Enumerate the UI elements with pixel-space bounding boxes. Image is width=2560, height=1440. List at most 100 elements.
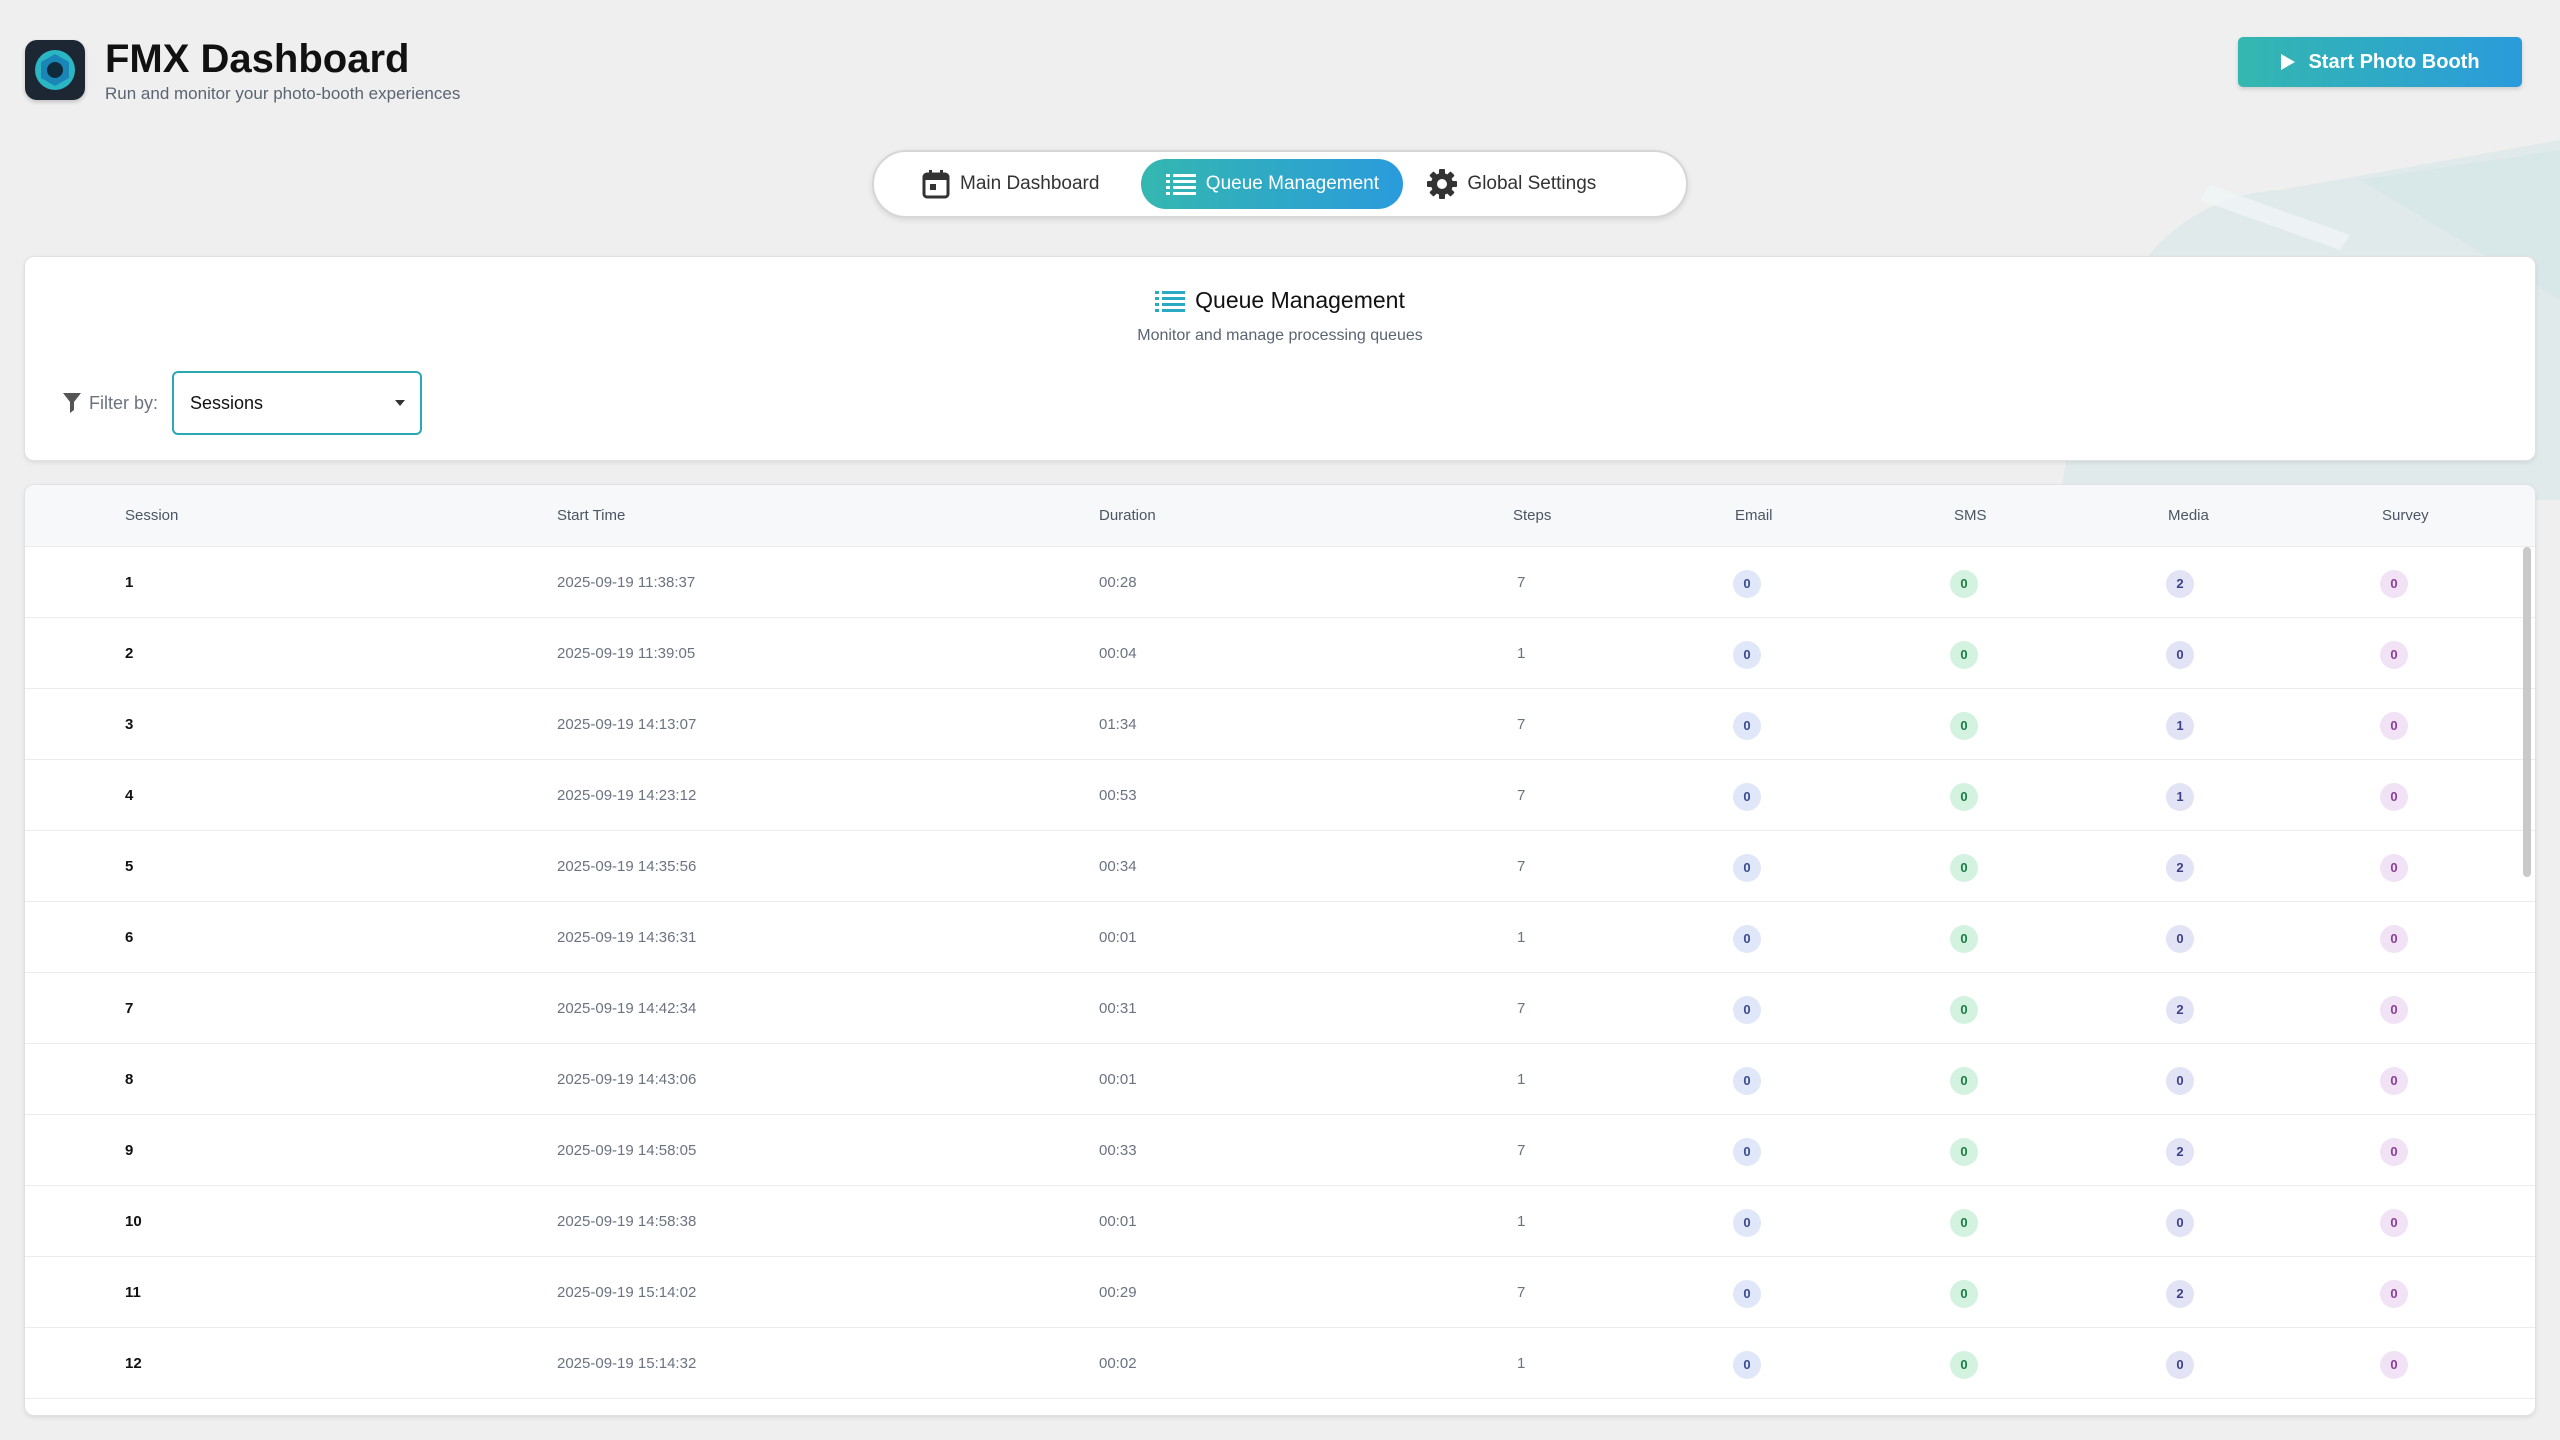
duration-cell: 00:01 xyxy=(1099,929,1137,946)
duration-cell: 01:34 xyxy=(1099,716,1137,733)
duration-cell: 00:29 xyxy=(1099,1284,1137,1301)
survey-count-badge: 0 xyxy=(2380,996,2408,1024)
gear-icon xyxy=(1427,169,1458,199)
session-cell: 1 xyxy=(125,574,134,591)
start-time-cell: 2025-09-19 14:13:07 xyxy=(557,716,697,733)
duration-cell: 00:01 xyxy=(1099,1213,1137,1230)
table-row[interactable]: 6 2025-09-19 14:36:31 00:01 1 0 0 0 0 xyxy=(25,902,2535,973)
tab-queue-management[interactable]: Queue Management xyxy=(1141,159,1404,209)
email-count-badge: 0 xyxy=(1733,1351,1761,1379)
steps-cell: 7 xyxy=(1517,858,1526,875)
email-count-badge: 0 xyxy=(1733,712,1761,740)
table-scrollbar[interactable] xyxy=(2523,547,2531,877)
column-header-media[interactable]: Media xyxy=(2168,485,2209,547)
duration-cell: 00:33 xyxy=(1099,1142,1137,1159)
sms-count-badge: 0 xyxy=(1950,1138,1978,1166)
queue-subtitle: Monitor and manage processing queues xyxy=(1137,327,1423,344)
table-row[interactable]: 4 2025-09-19 14:23:12 00:53 7 0 0 1 0 xyxy=(25,760,2535,831)
queue-management-panel: Queue Management Monitor and manage proc… xyxy=(24,256,2536,461)
sms-count-badge: 0 xyxy=(1950,1351,1978,1379)
media-count-badge: 0 xyxy=(2166,925,2194,953)
media-count-badge: 2 xyxy=(2166,854,2194,882)
table-row[interactable]: 3 2025-09-19 14:13:07 01:34 7 0 0 1 0 xyxy=(25,689,2535,760)
column-header-survey[interactable]: Survey xyxy=(2382,485,2429,547)
session-cell: 2 xyxy=(125,645,134,662)
column-header-email[interactable]: Email xyxy=(1735,485,1773,547)
duration-cell: 00:31 xyxy=(1099,1000,1137,1017)
table-row[interactable]: 7 2025-09-19 14:42:34 00:31 7 0 0 2 0 xyxy=(25,973,2535,1044)
steps-cell: 7 xyxy=(1517,1142,1526,1159)
sms-count-badge: 0 xyxy=(1950,641,1978,669)
media-count-badge: 0 xyxy=(2166,1209,2194,1237)
steps-cell: 7 xyxy=(1517,574,1526,591)
list-icon xyxy=(1165,174,1196,195)
media-count-badge: 2 xyxy=(2166,1138,2194,1166)
column-header-sms[interactable]: SMS xyxy=(1954,485,1987,547)
steps-cell: 1 xyxy=(1517,1071,1526,1088)
email-count-badge: 0 xyxy=(1733,925,1761,953)
start-photo-booth-button[interactable]: Start Photo Booth xyxy=(2238,37,2522,87)
table-row[interactable]: 2 2025-09-19 11:39:05 00:04 1 0 0 0 0 xyxy=(25,618,2535,689)
email-count-badge: 0 xyxy=(1733,1138,1761,1166)
steps-cell: 1 xyxy=(1517,929,1526,946)
session-cell: 7 xyxy=(125,1000,134,1017)
table-row[interactable]: 1 2025-09-19 11:38:37 00:28 7 0 0 2 0 xyxy=(25,547,2535,618)
table-row[interactable]: 8 2025-09-19 14:43:06 00:01 1 0 0 0 0 xyxy=(25,1044,2535,1115)
sessions-table: Session Start Time Duration Steps Email … xyxy=(24,484,2536,1416)
tab-global-settings[interactable]: Global Settings xyxy=(1427,159,1626,209)
app-title: FMX Dashboard xyxy=(105,37,410,81)
start-time-cell: 2025-09-19 15:14:32 xyxy=(557,1355,697,1372)
column-header-duration[interactable]: Duration xyxy=(1099,485,1156,547)
table-header: Session Start Time Duration Steps Email … xyxy=(25,485,2535,547)
filter-row: Filter by: Sessions xyxy=(63,371,423,435)
media-count-badge: 0 xyxy=(2166,641,2194,669)
email-count-badge: 0 xyxy=(1733,1280,1761,1308)
tab-queue-management-label: Queue Management xyxy=(1205,173,1380,194)
column-header-start-time[interactable]: Start Time xyxy=(557,485,625,547)
session-cell: 3 xyxy=(125,716,134,733)
app-header: FMX Dashboard Run and monitor your photo… xyxy=(25,30,460,110)
app-logo xyxy=(25,40,85,100)
filter-select[interactable]: Sessions xyxy=(172,371,423,435)
session-cell: 5 xyxy=(125,858,134,875)
duration-cell: 00:02 xyxy=(1099,1355,1137,1372)
table-body: 1 2025-09-19 11:38:37 00:28 7 0 0 2 0 2 2025-09-1… xyxy=(25,547,2535,1399)
media-count-badge: 1 xyxy=(2166,712,2194,740)
email-count-badge: 0 xyxy=(1733,1209,1761,1237)
sms-count-badge: 0 xyxy=(1950,854,1978,882)
session-cell: 10 xyxy=(125,1213,142,1230)
sms-count-badge: 0 xyxy=(1950,1209,1978,1237)
sms-count-badge: 0 xyxy=(1950,1280,1978,1308)
sms-count-badge: 0 xyxy=(1950,996,1978,1024)
steps-cell: 1 xyxy=(1517,1355,1526,1372)
survey-count-badge: 0 xyxy=(2380,1209,2408,1237)
sms-count-badge: 0 xyxy=(1950,712,1978,740)
email-count-badge: 0 xyxy=(1733,570,1761,598)
start-time-cell: 2025-09-19 14:35:56 xyxy=(557,858,697,875)
table-row[interactable]: 9 2025-09-19 14:58:05 00:33 7 0 0 2 0 xyxy=(25,1115,2535,1186)
table-row[interactable]: 10 2025-09-19 14:58:38 00:01 1 0 0 0 0 xyxy=(25,1186,2535,1257)
column-header-session[interactable]: Session xyxy=(125,485,178,547)
steps-cell: 1 xyxy=(1517,1213,1526,1230)
session-cell: 12 xyxy=(125,1355,142,1372)
start-photo-booth-label: Start Photo Booth xyxy=(2308,50,2480,73)
main-tabs: Main Dashboard Queue Management Global S… xyxy=(872,150,1688,218)
start-time-cell: 2025-09-19 14:43:06 xyxy=(557,1071,697,1088)
steps-cell: 7 xyxy=(1517,716,1526,733)
column-header-steps[interactable]: Steps xyxy=(1513,485,1551,547)
media-count-badge: 0 xyxy=(2166,1067,2194,1095)
table-row[interactable]: 5 2025-09-19 14:35:56 00:34 7 0 0 2 0 xyxy=(25,831,2535,902)
tab-main-dashboard[interactable]: Main Dashboard xyxy=(922,159,1129,209)
email-count-badge: 0 xyxy=(1733,783,1761,811)
email-count-badge: 0 xyxy=(1733,996,1761,1024)
email-count-badge: 0 xyxy=(1733,1067,1761,1095)
duration-cell: 00:04 xyxy=(1099,645,1137,662)
session-cell: 4 xyxy=(125,787,134,804)
table-row[interactable]: 11 2025-09-19 15:14:02 00:29 7 0 0 2 0 xyxy=(25,1257,2535,1328)
sms-count-badge: 0 xyxy=(1950,1067,1978,1095)
camera-aperture-icon xyxy=(35,50,75,90)
start-time-cell: 2025-09-19 14:23:12 xyxy=(557,787,697,804)
session-cell: 11 xyxy=(125,1284,141,1301)
table-row[interactable]: 12 2025-09-19 15:14:32 00:02 1 0 0 0 0 xyxy=(25,1328,2535,1399)
media-count-badge: 0 xyxy=(2166,1351,2194,1379)
